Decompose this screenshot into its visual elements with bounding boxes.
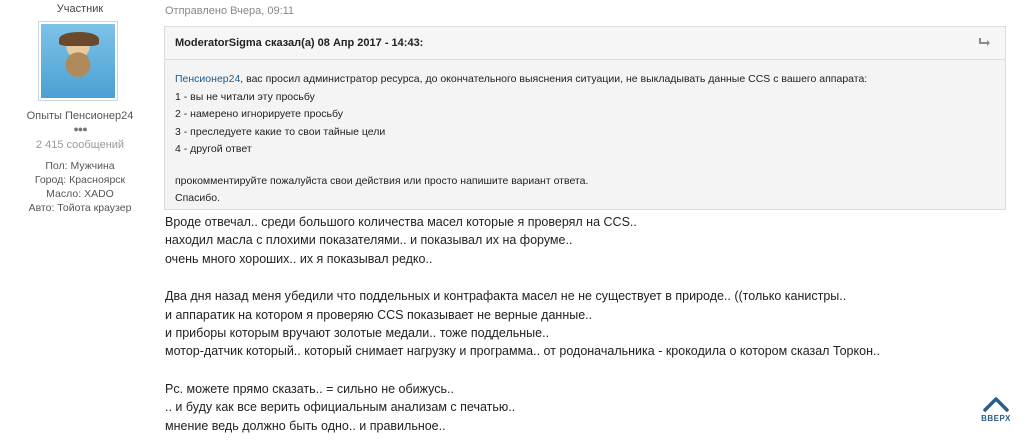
post-line: и аппаратик на котором я проверяю CCS по… (165, 307, 593, 322)
profile-field-city: Город: Красноярск (34, 174, 126, 186)
quote-header: ModeratorSigma сказал(а) 08 Апр 2017 - 1… (165, 27, 1005, 60)
avatar[interactable] (38, 21, 118, 101)
post-count: 2 415 сообщений (35, 139, 125, 151)
quote-option: 4 - другой ответ (175, 143, 252, 155)
avatar-image (41, 24, 115, 98)
profile-field-car: Авто: Тойота краузер (28, 202, 132, 214)
quote-citation: ModeratorSigma сказал(а) 08 Апр 2017 - 1… (175, 37, 424, 49)
user-mention-link[interactable]: Пенсионер24 (175, 73, 240, 85)
profile-field-gender: Пол: Мужчина (45, 160, 115, 172)
author-group: Опыты Пенсионер24 (26, 110, 134, 122)
quote-option: 1 - вы не читали эту просьбу (175, 90, 315, 103)
scroll-to-top-button[interactable]: ВВЕРХ (976, 393, 1016, 423)
post-date: Отправлено Вчера, 09:11 (165, 5, 295, 17)
post-line: Два дня назад меня убедили что поддельны… (165, 289, 847, 304)
post-line: мнение ведь должно быть одно.. и правиль… (165, 418, 446, 433)
post-line: очень много хороших.. их я показывал ред… (165, 251, 433, 266)
quote-body: Пенсионер24, вас просил администратор ре… (165, 60, 1005, 208)
post-content: Вроде отвечал.. среди большого количеств… (165, 213, 880, 435)
profile-field-oil: Масло: XADO (46, 188, 114, 200)
scroll-to-top-label: ВВЕРХ (981, 414, 1011, 423)
quote-first-line: Пенсионер24, вас просил администратор ре… (175, 73, 868, 85)
quote-jump-icon[interactable] (979, 37, 991, 47)
rank-pips: ●●● (73, 124, 87, 134)
post-line: Вроде отвечал.. среди большого количеств… (165, 215, 637, 229)
post-line: .. и буду как все верить официальным ана… (165, 400, 516, 415)
quote-option: 2 - намерено игнорируете просьбу (175, 108, 344, 120)
quote-option: 3 - преследуете какие то свои тайные цел… (175, 125, 386, 138)
post-line: и приборы которым вручают золотые медали… (165, 326, 550, 341)
post-line: Рс. можете прямо сказать.. = сильно не о… (165, 381, 454, 396)
quote-thanks: Спасибо. (175, 192, 220, 204)
author-role: Участник (56, 3, 104, 15)
quote-block: ModeratorSigma сказал(а) 08 Апр 2017 - 1… (164, 26, 1006, 210)
quote-request: прокомментируйте пожалуйста свои действи… (175, 174, 589, 187)
profile-fields: Пол: Мужчина Город: Красноярск Масло: XA… (0, 159, 160, 215)
post-line: мотор-датчик который.. который снимает н… (165, 344, 880, 359)
post-line: находил масла с плохими показателями.. и… (165, 233, 573, 248)
